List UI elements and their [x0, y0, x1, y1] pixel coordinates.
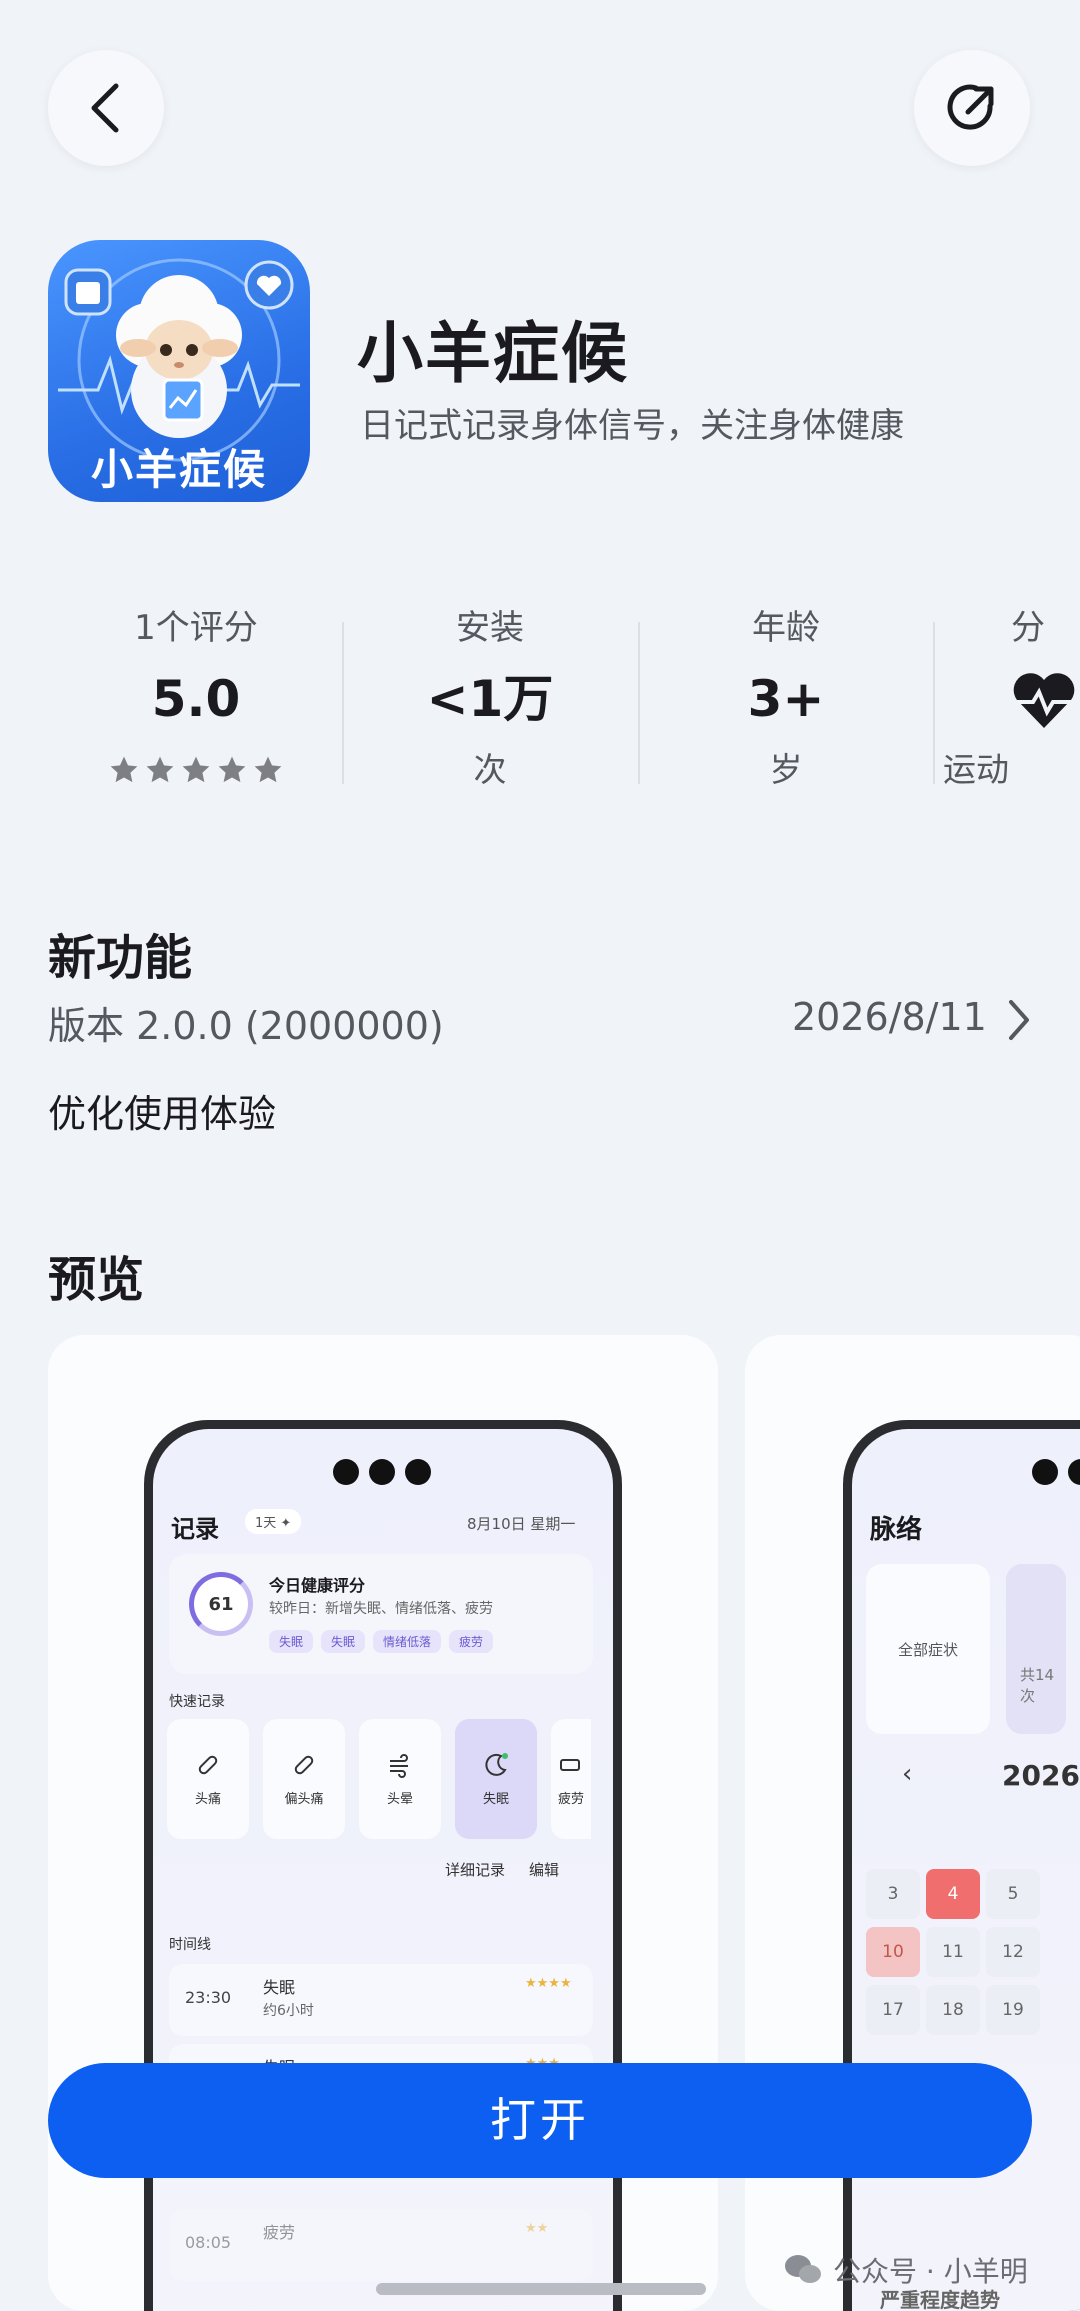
- screen-title: 脉络: [870, 1515, 923, 1545]
- camera-dot: [333, 1459, 359, 1485]
- quick-record-row: 头痛 偏头痛 头晕 失眠 疲劳: [167, 1719, 591, 1839]
- rating-value: 5.0: [151, 670, 241, 728]
- score-description: 较昨日：新增失眠、情绪低落、疲劳: [269, 1601, 493, 1617]
- bandage-icon: [294, 1755, 314, 1774]
- installs-unit: 次: [473, 750, 507, 789]
- category-icon-wrap: [1011, 656, 1080, 742]
- star-icon: [146, 756, 174, 783]
- quick-item: 疲劳: [551, 1719, 591, 1839]
- release-notes: 优化使用体验: [48, 1092, 277, 1136]
- installs-stat: 安装 <1万 次: [342, 600, 638, 798]
- screen-date: 8月10日 星期一: [467, 1515, 576, 1533]
- app-icon: 小羊症候: [48, 240, 310, 502]
- whats-new-title: 新功能: [48, 930, 193, 986]
- symptom-tag: 失眠: [269, 1630, 314, 1653]
- camera-dot: [405, 1459, 431, 1485]
- calendar-year: 2026: [1002, 1759, 1080, 1792]
- prev-month-icon: ‹: [902, 1759, 913, 1789]
- age-label: 年龄: [752, 608, 820, 648]
- rating-stat[interactable]: 1个评分 5.0: [48, 600, 344, 798]
- health-score-card: 61 今日健康评分 较昨日：新增失眠、情绪低落、疲劳 失眠 失眠 情绪低落 疲劳: [169, 1554, 593, 1674]
- age-value: 3+: [747, 670, 825, 728]
- share-icon: [947, 84, 994, 130]
- bandage-icon: [198, 1755, 218, 1774]
- camera-dot: [1032, 1459, 1058, 1485]
- battery-icon: [560, 1758, 580, 1771]
- timeline-label: 时间线: [169, 1937, 211, 1953]
- all-symptoms-box: 全部症状: [866, 1564, 990, 1734]
- app-subtitle: 日记式记录身体信号，关注身体健康: [360, 406, 904, 446]
- phone-screen: 记录 1天 ✦ 8月10日 星期一 61 今日健康评分 较昨日：新增失眠、情绪低…: [153, 1429, 613, 2311]
- moon-icon: [485, 1752, 508, 1776]
- age-unit: 岁: [769, 750, 803, 789]
- installs-label: 安装: [456, 608, 524, 648]
- back-button[interactable]: [48, 50, 164, 166]
- calendar-row: 17 18 19: [866, 1985, 1080, 2035]
- score-ring: 61: [189, 1572, 253, 1636]
- chevron-right-icon[interactable]: [1005, 998, 1033, 1042]
- timeline-item: 23:30 失眠 约6小时 ★★★★: [169, 1964, 593, 2036]
- score-title: 今日健康评分: [269, 1576, 366, 1595]
- quick-item: 偏头痛: [263, 1719, 345, 1839]
- camera-dot: [369, 1459, 395, 1485]
- watermark: 公众号 · 小羊明: [783, 2250, 1028, 2290]
- symptom-count-box: 共14次: [1006, 1564, 1066, 1734]
- detail-record-link: 详细记录: [445, 1861, 506, 1879]
- calendar-row: 3 4 5: [866, 1869, 1080, 1919]
- home-indicator[interactable]: [376, 2283, 706, 2295]
- record-links: 详细记录 编辑: [445, 1859, 559, 1880]
- camera-dot: [1068, 1459, 1080, 1485]
- day-pill: 1天 ✦: [245, 1509, 302, 1534]
- wechat-icon: [785, 2255, 821, 2283]
- screen-title: 记录: [171, 1515, 219, 1543]
- heartbeat-icon: [1013, 673, 1075, 728]
- symptom-tags: 失眠 失眠 情绪低落 疲劳: [269, 1630, 494, 1653]
- quick-item: 头晕: [359, 1719, 441, 1839]
- timeline-item: 08:05 疲劳 ★★: [169, 2209, 593, 2281]
- star-icon: [182, 756, 210, 783]
- quick-item: 头痛: [167, 1719, 249, 1839]
- category-stat[interactable]: 分 运动: [933, 600, 1080, 798]
- star-icon: [110, 756, 138, 783]
- installs-value: <1万: [426, 670, 554, 728]
- star-icon: [254, 756, 282, 783]
- version-text: 版本 2.0.0 (2000000): [48, 1004, 444, 1048]
- back-arrow-icon: [91, 83, 119, 133]
- quick-record-label: 快速记录: [169, 1694, 225, 1710]
- edit-link: 编辑: [529, 1861, 560, 1879]
- phone-screen: 脉络 全部症状 共14次 ‹ 2026 3 4 5 10 11 12 17 18…: [852, 1429, 1080, 2311]
- app-icon-label: 小羊症候: [90, 445, 267, 494]
- star-icon: [218, 756, 246, 783]
- category-value: 运动: [943, 750, 1009, 789]
- category-label: 分: [1011, 608, 1045, 648]
- wind-icon: [390, 1753, 408, 1778]
- release-date[interactable]: 2026/8/11: [792, 995, 987, 1039]
- quick-item-selected: 失眠: [455, 1719, 537, 1839]
- watermark-text: 公众号 · 小羊明: [833, 2255, 1028, 2288]
- star-rating: [48, 742, 344, 798]
- open-button[interactable]: 打开: [48, 2063, 1032, 2178]
- symptom-tag: 疲劳: [449, 1630, 494, 1653]
- app-title: 小羊症候: [357, 315, 629, 392]
- share-button[interactable]: [914, 50, 1030, 166]
- symptom-tag: 情绪低落: [373, 1630, 442, 1653]
- calendar-row: 10 11 12: [866, 1927, 1080, 1977]
- age-stat: 年龄 3+ 岁: [638, 600, 934, 798]
- preview-title: 预览: [48, 1252, 145, 1308]
- symptom-tag: 失眠: [321, 1630, 366, 1653]
- rating-label: 1个评分: [134, 608, 258, 648]
